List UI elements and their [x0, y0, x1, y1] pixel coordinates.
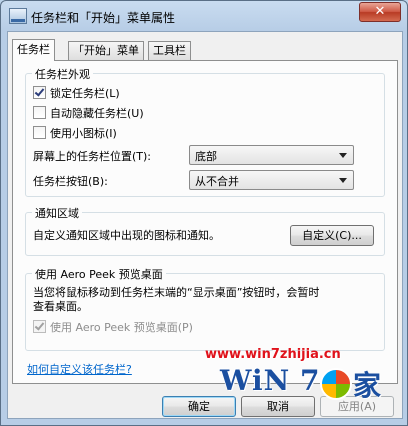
lock-taskbar-checkbox[interactable]: [33, 86, 46, 99]
group-legend-aero-peek: 使用 Aero Peek 预览桌面: [32, 266, 166, 282]
watermark-url: www.win7zhijia.cn: [205, 347, 341, 362]
title-bar[interactable]: 任务栏和「开始」菜单属性 ✕: [1, 1, 407, 31]
aero-peek-label: 使用 Aero Peek 预览桌面(P): [50, 321, 193, 334]
location-dropdown-value: 底部: [195, 150, 217, 163]
group-aero-peek: 使用 Aero Peek 预览桌面 当您将鼠标移动到任务栏末端的“显示桌面”按钮…: [25, 266, 385, 351]
small-icons-label: 使用小图标(I): [50, 127, 117, 140]
windows-flag-icon: [320, 368, 352, 400]
watermark-logo-win: WiN: [220, 364, 291, 397]
tab-panel-taskbar: 任务栏外观 锁定任务栏(L) 自动隐藏任务栏(U) 使用小图标(I) 屏幕上的任…: [12, 60, 398, 384]
chevron-down-icon: [339, 153, 347, 158]
close-button[interactable]: ✕: [359, 2, 401, 22]
taskbar-properties-icon: [9, 8, 27, 24]
autohide-option[interactable]: 自动隐藏任务栏(U): [33, 105, 144, 121]
location-dropdown[interactable]: 底部: [189, 145, 354, 165]
buttons-label: 任务栏按钮(B):: [33, 175, 108, 188]
autohide-checkbox[interactable]: [33, 106, 46, 119]
watermark-logo-seven: 7: [300, 364, 320, 397]
buttons-dropdown-value: 从不合并: [195, 175, 239, 188]
group-notification-area: 通知区域 自定义通知区域中出现的图标和通知。 自定义(C)...: [25, 205, 385, 256]
customize-button[interactable]: 自定义(C)...: [290, 225, 374, 246]
chevron-down-icon: [339, 178, 347, 183]
location-label: 屏幕上的任务栏位置(T):: [33, 150, 152, 163]
aero-peek-option: 使用 Aero Peek 预览桌面(P): [33, 319, 193, 335]
window-title: 任务栏和「开始」菜单属性: [31, 11, 176, 25]
watermark-logo: WiN 7 家: [220, 362, 390, 402]
small-icons-option[interactable]: 使用小图标(I): [33, 125, 117, 141]
tab-start-menu[interactable]: 「开始」菜单: [68, 41, 144, 60]
aero-peek-description-line2: 查看桌面。: [33, 300, 88, 313]
autohide-label: 自动隐藏任务栏(U): [50, 107, 144, 120]
aero-peek-checkbox: [33, 320, 46, 333]
lock-taskbar-option[interactable]: 锁定任务栏(L): [33, 85, 120, 101]
lock-taskbar-label: 锁定任务栏(L): [50, 87, 120, 100]
watermark-logo-jia: 家: [353, 369, 382, 402]
notification-description: 自定义通知区域中出现的图标和通知。: [33, 229, 220, 242]
buttons-dropdown[interactable]: 从不合并: [189, 170, 354, 190]
group-taskbar-appearance: 任务栏外观 锁定任务栏(L) 自动隐藏任务栏(U) 使用小图标(I) 屏幕上的任…: [25, 66, 385, 197]
group-legend-appearance: 任务栏外观: [32, 66, 93, 82]
group-legend-notification: 通知区域: [32, 205, 82, 221]
tab-toolbars[interactable]: 工具栏: [148, 41, 191, 60]
help-link[interactable]: 如何自定义该任务栏?: [27, 361, 132, 377]
tab-taskbar[interactable]: 任务栏: [12, 39, 55, 61]
small-icons-checkbox[interactable]: [33, 126, 46, 139]
